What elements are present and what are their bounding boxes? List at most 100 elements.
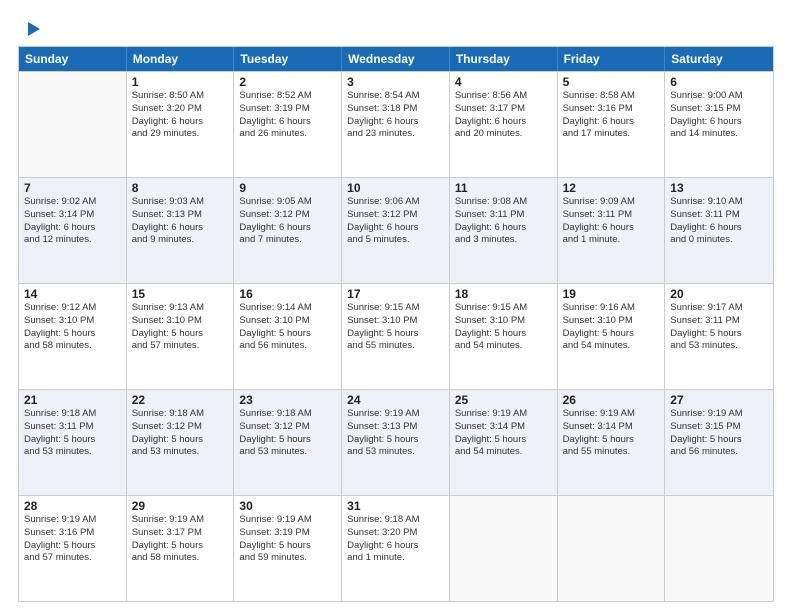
cal-day-18: 18Sunrise: 9:15 AMSunset: 3:10 PMDayligh… bbox=[450, 284, 558, 389]
day-info: Sunrise: 8:50 AMSunset: 3:20 PMDaylight:… bbox=[132, 90, 229, 141]
day-info: Sunrise: 9:19 AMSunset: 3:16 PMDaylight:… bbox=[24, 514, 121, 565]
cal-day-6: 6Sunrise: 9:00 AMSunset: 3:15 PMDaylight… bbox=[665, 72, 773, 177]
day-info: Sunrise: 9:09 AMSunset: 3:11 PMDaylight:… bbox=[563, 196, 660, 247]
day-info: Sunrise: 9:15 AMSunset: 3:10 PMDaylight:… bbox=[455, 302, 552, 353]
day-info: Sunrise: 9:19 AMSunset: 3:15 PMDaylight:… bbox=[670, 408, 768, 459]
cal-day-27: 27Sunrise: 9:19 AMSunset: 3:15 PMDayligh… bbox=[665, 390, 773, 495]
header-day-friday: Friday bbox=[558, 47, 666, 71]
day-info: Sunrise: 9:08 AMSunset: 3:11 PMDaylight:… bbox=[455, 196, 552, 247]
cal-day-1: 1Sunrise: 8:50 AMSunset: 3:20 PMDaylight… bbox=[127, 72, 235, 177]
header-day-saturday: Saturday bbox=[665, 47, 773, 71]
calendar-week-2: 7Sunrise: 9:02 AMSunset: 3:14 PMDaylight… bbox=[19, 177, 773, 283]
day-number: 18 bbox=[455, 287, 552, 301]
cal-day-17: 17Sunrise: 9:15 AMSunset: 3:10 PMDayligh… bbox=[342, 284, 450, 389]
calendar-body: 1Sunrise: 8:50 AMSunset: 3:20 PMDaylight… bbox=[19, 71, 773, 601]
day-info: Sunrise: 9:02 AMSunset: 3:14 PMDaylight:… bbox=[24, 196, 121, 247]
cal-day-25: 25Sunrise: 9:19 AMSunset: 3:14 PMDayligh… bbox=[450, 390, 558, 495]
day-info: Sunrise: 9:16 AMSunset: 3:10 PMDaylight:… bbox=[563, 302, 660, 353]
cal-day-10: 10Sunrise: 9:06 AMSunset: 3:12 PMDayligh… bbox=[342, 178, 450, 283]
day-number: 5 bbox=[563, 75, 660, 89]
day-number: 30 bbox=[239, 499, 336, 513]
calendar-week-1: 1Sunrise: 8:50 AMSunset: 3:20 PMDaylight… bbox=[19, 71, 773, 177]
calendar: SundayMondayTuesdayWednesdayThursdayFrid… bbox=[18, 46, 774, 602]
day-number: 20 bbox=[670, 287, 768, 301]
day-info: Sunrise: 9:12 AMSunset: 3:10 PMDaylight:… bbox=[24, 302, 121, 353]
cal-day-empty bbox=[19, 72, 127, 177]
day-number: 21 bbox=[24, 393, 121, 407]
day-number: 4 bbox=[455, 75, 552, 89]
day-info: Sunrise: 9:18 AMSunset: 3:11 PMDaylight:… bbox=[24, 408, 121, 459]
day-info: Sunrise: 9:19 AMSunset: 3:19 PMDaylight:… bbox=[239, 514, 336, 565]
cal-day-3: 3Sunrise: 8:54 AMSunset: 3:18 PMDaylight… bbox=[342, 72, 450, 177]
day-info: Sunrise: 9:19 AMSunset: 3:14 PMDaylight:… bbox=[455, 408, 552, 459]
calendar-week-4: 21Sunrise: 9:18 AMSunset: 3:11 PMDayligh… bbox=[19, 389, 773, 495]
day-number: 7 bbox=[24, 181, 121, 195]
cal-day-29: 29Sunrise: 9:19 AMSunset: 3:17 PMDayligh… bbox=[127, 496, 235, 601]
day-number: 12 bbox=[563, 181, 660, 195]
day-number: 2 bbox=[239, 75, 336, 89]
header-day-monday: Monday bbox=[127, 47, 235, 71]
day-number: 27 bbox=[670, 393, 768, 407]
cal-day-8: 8Sunrise: 9:03 AMSunset: 3:13 PMDaylight… bbox=[127, 178, 235, 283]
day-info: Sunrise: 9:17 AMSunset: 3:11 PMDaylight:… bbox=[670, 302, 768, 353]
header-day-sunday: Sunday bbox=[19, 47, 127, 71]
calendar-week-3: 14Sunrise: 9:12 AMSunset: 3:10 PMDayligh… bbox=[19, 283, 773, 389]
cal-day-4: 4Sunrise: 8:56 AMSunset: 3:17 PMDaylight… bbox=[450, 72, 558, 177]
cal-day-26: 26Sunrise: 9:19 AMSunset: 3:14 PMDayligh… bbox=[558, 390, 666, 495]
header-day-tuesday: Tuesday bbox=[234, 47, 342, 71]
cal-day-empty bbox=[558, 496, 666, 601]
day-info: Sunrise: 9:18 AMSunset: 3:12 PMDaylight:… bbox=[132, 408, 229, 459]
cal-day-23: 23Sunrise: 9:18 AMSunset: 3:12 PMDayligh… bbox=[234, 390, 342, 495]
day-number: 29 bbox=[132, 499, 229, 513]
cal-day-empty bbox=[450, 496, 558, 601]
calendar-week-5: 28Sunrise: 9:19 AMSunset: 3:16 PMDayligh… bbox=[19, 495, 773, 601]
day-number: 31 bbox=[347, 499, 444, 513]
cal-day-19: 19Sunrise: 9:16 AMSunset: 3:10 PMDayligh… bbox=[558, 284, 666, 389]
cal-day-2: 2Sunrise: 8:52 AMSunset: 3:19 PMDaylight… bbox=[234, 72, 342, 177]
day-number: 1 bbox=[132, 75, 229, 89]
day-number: 15 bbox=[132, 287, 229, 301]
cal-day-20: 20Sunrise: 9:17 AMSunset: 3:11 PMDayligh… bbox=[665, 284, 773, 389]
day-info: Sunrise: 9:18 AMSunset: 3:12 PMDaylight:… bbox=[239, 408, 336, 459]
cal-day-22: 22Sunrise: 9:18 AMSunset: 3:12 PMDayligh… bbox=[127, 390, 235, 495]
day-info: Sunrise: 9:14 AMSunset: 3:10 PMDaylight:… bbox=[239, 302, 336, 353]
day-info: Sunrise: 9:18 AMSunset: 3:20 PMDaylight:… bbox=[347, 514, 444, 565]
day-info: Sunrise: 8:58 AMSunset: 3:16 PMDaylight:… bbox=[563, 90, 660, 141]
day-number: 3 bbox=[347, 75, 444, 89]
day-info: Sunrise: 9:05 AMSunset: 3:12 PMDaylight:… bbox=[239, 196, 336, 247]
day-number: 23 bbox=[239, 393, 336, 407]
day-number: 10 bbox=[347, 181, 444, 195]
cal-day-12: 12Sunrise: 9:09 AMSunset: 3:11 PMDayligh… bbox=[558, 178, 666, 283]
day-info: Sunrise: 9:06 AMSunset: 3:12 PMDaylight:… bbox=[347, 196, 444, 247]
day-info: Sunrise: 8:52 AMSunset: 3:19 PMDaylight:… bbox=[239, 90, 336, 141]
day-number: 6 bbox=[670, 75, 768, 89]
day-info: Sunrise: 8:54 AMSunset: 3:18 PMDaylight:… bbox=[347, 90, 444, 141]
page: SundayMondayTuesdayWednesdayThursdayFrid… bbox=[0, 0, 792, 612]
day-number: 24 bbox=[347, 393, 444, 407]
day-number: 14 bbox=[24, 287, 121, 301]
logo bbox=[18, 18, 42, 36]
day-info: Sunrise: 9:10 AMSunset: 3:11 PMDaylight:… bbox=[670, 196, 768, 247]
cal-day-28: 28Sunrise: 9:19 AMSunset: 3:16 PMDayligh… bbox=[19, 496, 127, 601]
day-number: 28 bbox=[24, 499, 121, 513]
day-number: 11 bbox=[455, 181, 552, 195]
header bbox=[18, 18, 774, 36]
cal-day-11: 11Sunrise: 9:08 AMSunset: 3:11 PMDayligh… bbox=[450, 178, 558, 283]
day-number: 13 bbox=[670, 181, 768, 195]
cal-day-31: 31Sunrise: 9:18 AMSunset: 3:20 PMDayligh… bbox=[342, 496, 450, 601]
cal-day-30: 30Sunrise: 9:19 AMSunset: 3:19 PMDayligh… bbox=[234, 496, 342, 601]
day-info: Sunrise: 9:00 AMSunset: 3:15 PMDaylight:… bbox=[670, 90, 768, 141]
day-info: Sunrise: 9:03 AMSunset: 3:13 PMDaylight:… bbox=[132, 196, 229, 247]
header-day-wednesday: Wednesday bbox=[342, 47, 450, 71]
day-number: 8 bbox=[132, 181, 229, 195]
day-number: 26 bbox=[563, 393, 660, 407]
day-number: 25 bbox=[455, 393, 552, 407]
day-info: Sunrise: 9:13 AMSunset: 3:10 PMDaylight:… bbox=[132, 302, 229, 353]
day-number: 16 bbox=[239, 287, 336, 301]
cal-day-15: 15Sunrise: 9:13 AMSunset: 3:10 PMDayligh… bbox=[127, 284, 235, 389]
cal-day-9: 9Sunrise: 9:05 AMSunset: 3:12 PMDaylight… bbox=[234, 178, 342, 283]
cal-day-21: 21Sunrise: 9:18 AMSunset: 3:11 PMDayligh… bbox=[19, 390, 127, 495]
cal-day-7: 7Sunrise: 9:02 AMSunset: 3:14 PMDaylight… bbox=[19, 178, 127, 283]
day-number: 19 bbox=[563, 287, 660, 301]
day-info: Sunrise: 8:56 AMSunset: 3:17 PMDaylight:… bbox=[455, 90, 552, 141]
